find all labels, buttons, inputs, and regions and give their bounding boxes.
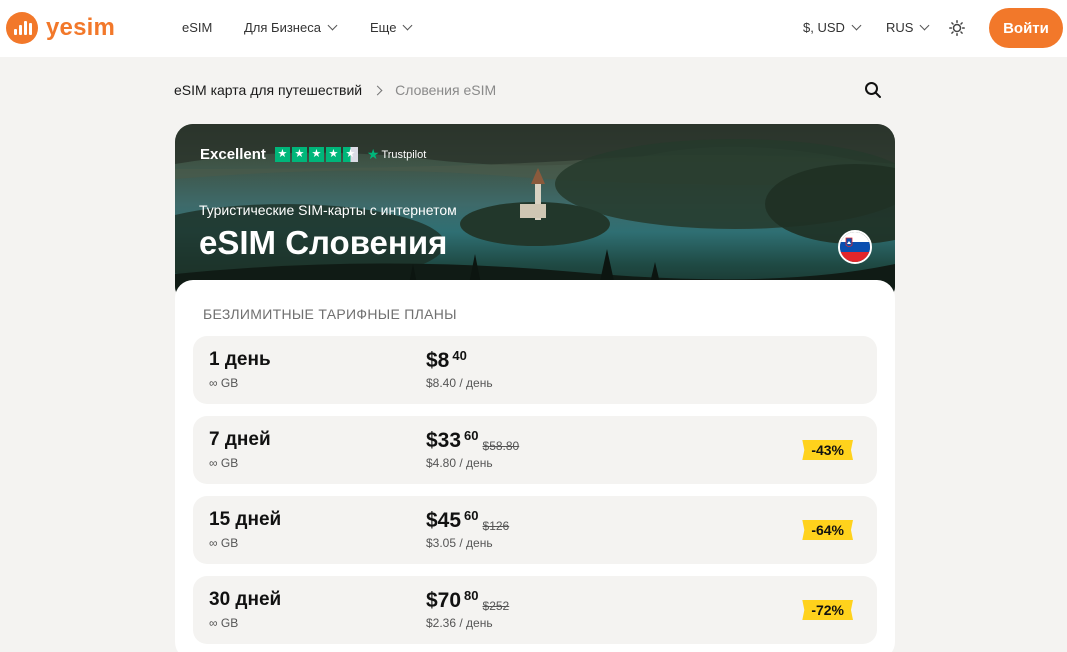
currency-label: $, USD xyxy=(803,20,845,35)
theme-toggle-sun-icon[interactable] xyxy=(949,20,965,36)
plan-data: ∞ GB xyxy=(209,616,239,630)
plan-duration: 30 дней xyxy=(209,589,282,610)
plan-data: ∞ GB xyxy=(209,536,239,550)
star-icon: ★ xyxy=(325,147,341,162)
nav-business-label: Для Бизнеса xyxy=(244,20,321,35)
plan-price: $33 60 $58.80 xyxy=(426,428,519,454)
nav-esim-label: eSIM xyxy=(182,20,213,35)
yesim-logo[interactable]: yesim xyxy=(6,12,115,44)
chevron-down-icon xyxy=(920,20,930,31)
nav-business[interactable]: Для Бизнеса xyxy=(244,20,338,35)
plan-data: ∞ GB xyxy=(209,376,239,390)
old-price: $252 xyxy=(482,599,510,613)
trustpilot-star-icon: ★ xyxy=(366,146,380,162)
star-icon: ★ xyxy=(308,147,324,162)
page-title: eSIM Словения xyxy=(199,224,448,261)
price-per-day: $4.80 / день xyxy=(426,456,493,470)
chevron-right-icon xyxy=(372,85,383,95)
login-button[interactable]: Войти xyxy=(989,8,1063,48)
plan-duration: 1 день xyxy=(209,349,271,370)
old-price: $126 xyxy=(482,519,510,533)
yesim-logo-icon xyxy=(6,12,38,44)
plans-heading: БЕЗЛИМИТНЫЕ ТАРИФНЫЕ ПЛАНЫ xyxy=(203,306,457,322)
nav-more[interactable]: Еще xyxy=(370,20,413,35)
price-integer: $33 xyxy=(426,429,462,452)
trustpilot-rating[interactable]: Excellent ★ ★ ★ ★ ★ ★ Trustpilot xyxy=(200,146,426,163)
language-label: RUS xyxy=(886,20,914,35)
plan-row[interactable]: 30 дней ∞ GB $70 80 $252 $2.36 / день -7… xyxy=(193,576,877,644)
plan-price: $45 60 $126 xyxy=(426,508,509,534)
chevron-down-icon xyxy=(403,20,413,31)
price-integer: $70 xyxy=(426,589,462,612)
discount-badge: -72% xyxy=(802,600,853,620)
nav-esim[interactable]: eSIM xyxy=(182,20,212,35)
hero-subtitle: Туристические SIM-карты с интернетом xyxy=(199,202,457,218)
chevron-down-icon xyxy=(327,20,338,31)
plan-duration: 7 дней xyxy=(209,429,271,450)
price-per-day: $2.36 / день xyxy=(426,616,493,630)
chevron-down-icon xyxy=(851,20,862,31)
plan-duration: 15 дней xyxy=(209,509,282,530)
old-price: $58.80 xyxy=(482,439,520,453)
trustpilot-brand: ★ Trustpilot xyxy=(367,146,426,163)
star-icon: ★ xyxy=(274,147,290,162)
price-integer: $45 xyxy=(426,509,462,532)
site-header: yesim eSIM Для Бизнеса Еще $, USD RUS Во… xyxy=(0,0,1067,57)
plan-row[interactable]: 15 дней ∞ GB $45 60 $126 $3.05 / день -6… xyxy=(193,496,877,564)
plan-price: $70 80 $252 xyxy=(426,588,509,614)
discount-badge: -64% xyxy=(802,520,853,540)
rating-stars: ★ ★ ★ ★ ★ xyxy=(274,147,358,162)
price-integer: $8 xyxy=(426,349,450,372)
language-selector[interactable]: RUS xyxy=(886,20,930,35)
price-per-day: $8.40 / день xyxy=(426,376,493,390)
breadcrumb: eSIM карта для путешествий Словения eSIM xyxy=(174,82,496,98)
slovenia-flag-icon xyxy=(838,230,872,264)
price-cents: 40 xyxy=(452,348,467,363)
plan-row[interactable]: 7 дней ∞ GB $33 60 $58.80 $4.80 / день -… xyxy=(193,416,877,484)
plan-data: ∞ GB xyxy=(209,456,239,470)
rating-label: Excellent xyxy=(200,146,266,163)
price-cents: 60 xyxy=(464,428,479,443)
price-cents: 60 xyxy=(464,508,479,523)
breadcrumb-current: Словения eSIM xyxy=(395,82,497,98)
search-icon[interactable] xyxy=(864,81,882,99)
price-cents: 80 xyxy=(464,588,479,603)
breadcrumb-home-link[interactable]: eSIM карта для путешествий xyxy=(174,82,362,98)
price-per-day: $3.05 / день xyxy=(426,536,493,550)
hero-banner: Excellent ★ ★ ★ ★ ★ ★ Trustpilot Туристи… xyxy=(175,124,895,304)
plan-price: $8 40 xyxy=(426,348,467,374)
star-half-icon: ★ xyxy=(342,147,358,162)
star-icon: ★ xyxy=(291,147,307,162)
currency-selector[interactable]: $, USD xyxy=(803,20,862,35)
discount-badge: -43% xyxy=(802,440,853,460)
trustpilot-label: Trustpilot xyxy=(381,148,427,161)
unlimited-plans-card: БЕЗЛИМИТНЫЕ ТАРИФНЫЕ ПЛАНЫ 1 день ∞ GB $… xyxy=(175,280,895,652)
nav-more-label: Еще xyxy=(370,20,397,35)
logo-text: yesim xyxy=(46,14,116,41)
plan-row[interactable]: 1 день ∞ GB $8 40 $8.40 / день xyxy=(193,336,877,404)
